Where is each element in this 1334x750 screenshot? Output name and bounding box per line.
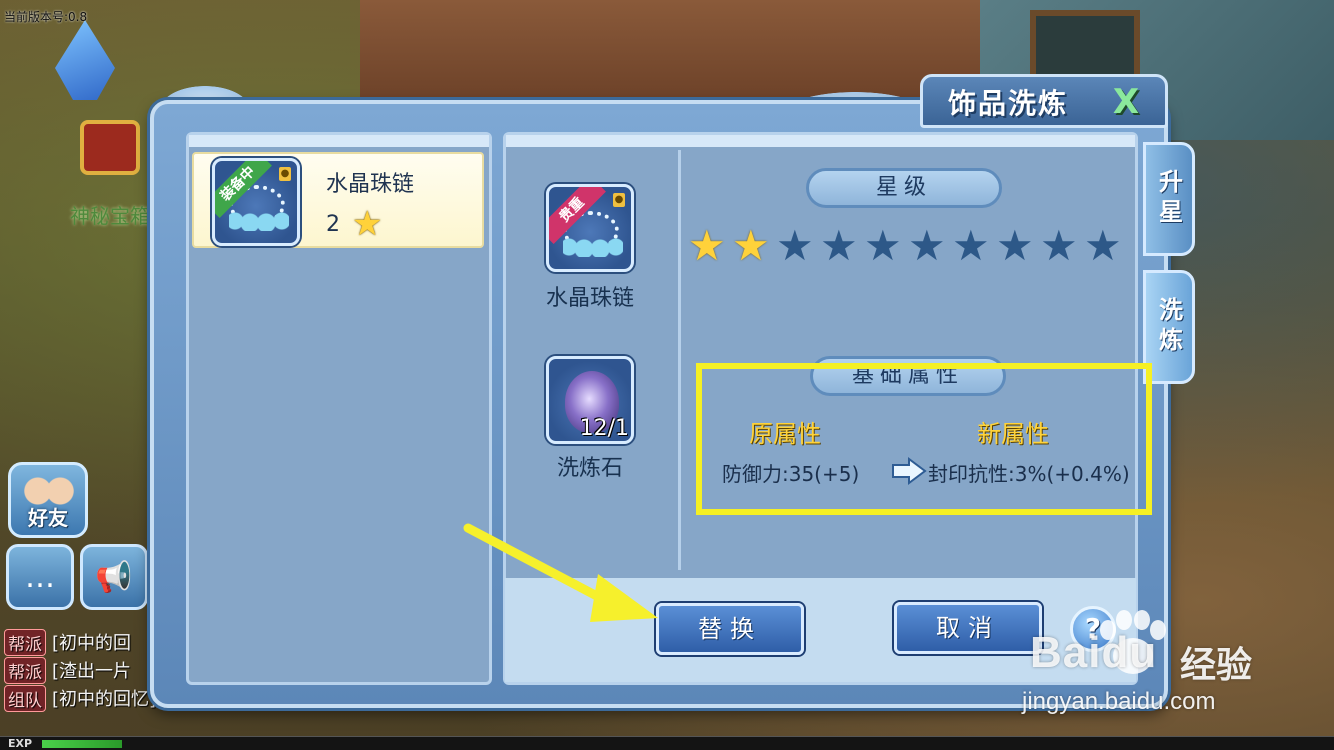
- close-button[interactable]: X: [1108, 84, 1144, 120]
- necklace-beads: [229, 211, 289, 231]
- tab-refine[interactable]: 洗炼: [1143, 270, 1195, 384]
- panel-topline: [189, 135, 489, 147]
- treasure-chest-label: 神秘宝箱: [70, 204, 150, 228]
- selected-necklace-icon[interactable]: ● 贵重: [546, 184, 634, 272]
- old-attribute-value: 防御力:35(+5): [722, 462, 860, 486]
- lock-icon: ●: [613, 193, 625, 207]
- version-text: 当前版本号:0.8: [4, 10, 88, 24]
- friends-button[interactable]: 好友: [8, 462, 88, 538]
- tab-upgrade-star[interactable]: 升星: [1143, 142, 1195, 256]
- megaphone-icon[interactable]: 📢: [80, 544, 148, 610]
- base-attribute-header: 基础属性: [810, 356, 1006, 396]
- item-star-count: 2: [326, 211, 340, 237]
- chat-bubble-icon[interactable]: …: [6, 544, 74, 610]
- star-empty-icon: ★: [996, 221, 1034, 270]
- refine-stone-name: 洗炼石: [556, 456, 623, 481]
- detail-divider: [678, 150, 681, 570]
- right-arrow-icon: [892, 457, 927, 485]
- chat-message: [渣出一片: [52, 661, 132, 682]
- chat-channel-tag: 组队: [4, 684, 46, 712]
- necklace-beads: [563, 237, 623, 257]
- star-level-row: ★ ★ ★ ★ ★ ★ ★ ★ ★ ★: [688, 224, 1128, 268]
- exp-label: EXP: [8, 737, 33, 750]
- replace-button[interactable]: 替换: [656, 603, 804, 655]
- star-empty-icon: ★: [776, 221, 814, 270]
- friends-label: 好友: [28, 506, 68, 530]
- yellow-pointer-arrow: [463, 523, 658, 622]
- selected-item-name: 水晶珠链: [545, 286, 634, 311]
- dialog-title: 饰品洗炼: [948, 87, 1069, 120]
- baidu-logo: Baidu: [1030, 628, 1158, 677]
- chat-message: [初中的回: [52, 633, 132, 654]
- necklace-item-icon[interactable]: ● 装备中: [212, 158, 300, 246]
- star-empty-icon: ★: [908, 221, 946, 270]
- star-icon: ★: [352, 204, 383, 244]
- star-empty-icon: ★: [1040, 221, 1078, 270]
- stone-count: 12/1: [579, 416, 629, 441]
- cancel-button[interactable]: 取消: [894, 602, 1042, 654]
- chat-channel-tag: 帮派: [4, 628, 46, 656]
- star-empty-icon: ★: [864, 221, 902, 270]
- exp-fill: [42, 740, 123, 748]
- baidu-jingyan-text: 经验: [1180, 645, 1253, 686]
- star-empty-icon: ★: [820, 221, 858, 270]
- lock-icon: ●: [279, 167, 291, 181]
- watermark-url: jingyan.baidu.com: [1022, 688, 1216, 715]
- refine-stone-icon[interactable]: 12/1: [546, 356, 634, 444]
- star-filled-icon: ★: [732, 221, 770, 270]
- item-list-stars: 2 ★: [326, 204, 382, 244]
- treasure-chest[interactable]: [80, 120, 140, 175]
- item-list-name: 水晶珠链: [326, 172, 415, 197]
- new-attribute-value: 封印抗性:3%(+0.4%): [928, 462, 1130, 486]
- star-level-header: 星级: [806, 168, 1002, 208]
- panel-topline: [506, 135, 1135, 147]
- star-empty-icon: ★: [1084, 221, 1122, 270]
- star-filled-icon: ★: [688, 221, 726, 270]
- new-attribute-header: 新属性: [977, 420, 1049, 448]
- chat-channel-tag: 帮派: [4, 656, 46, 684]
- exp-bar: EXP: [0, 736, 1334, 750]
- star-empty-icon: ★: [952, 221, 990, 270]
- old-attribute-header: 原属性: [749, 420, 821, 448]
